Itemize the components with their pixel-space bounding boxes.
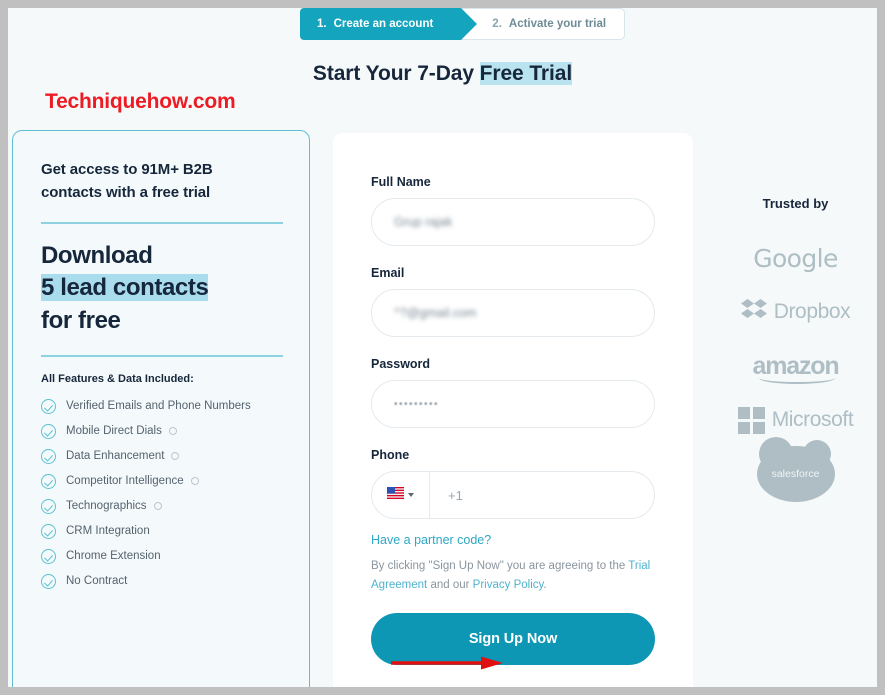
list-item: Data Enhancement [41, 444, 283, 469]
list-item: No Contract [41, 569, 283, 594]
features-title: All Features & Data Included: [41, 372, 194, 385]
promo-headline: Download 5 lead contacts for free [41, 240, 283, 338]
google-logo-text: Google [753, 243, 838, 273]
partner-code-link[interactable]: Have a partner code? [371, 533, 655, 547]
features-list: Verified Emails and Phone Numbers Mobile… [41, 394, 283, 594]
salesforce-logo-text: salesforce [771, 468, 820, 480]
promo-lead-line2: contacts with a free trial [41, 183, 211, 201]
sign-up-now-button[interactable]: Sign Up Now [371, 612, 655, 665]
list-item: Verified Emails and Phone Numbers [41, 394, 283, 419]
email-value: ^?@gmail.com [394, 306, 477, 320]
salesforce-cloud-icon: salesforce [756, 437, 835, 502]
list-item: Technographics [41, 494, 283, 519]
microsoft-icon [737, 406, 765, 434]
password-value: ••••••••• [394, 398, 440, 410]
check-circle-icon [41, 548, 56, 564]
watermark: Techniquehow.com [45, 90, 236, 113]
step-activate-trial[interactable]: 2. Activate your trial [459, 8, 626, 40]
country-code-selector[interactable] [372, 472, 430, 518]
password-label: Password [371, 357, 431, 371]
promo-headline-line3: for free [41, 306, 121, 334]
promo-divider-top [41, 222, 283, 224]
terms-part2: and our [427, 578, 473, 591]
trusted-by-section: Trusted by Google Dropbox amazon Microso… [708, 196, 877, 505]
email-label: Email [371, 266, 405, 280]
info-icon[interactable] [153, 502, 162, 511]
check-circle-icon [41, 573, 56, 589]
trusted-by-title: Trusted by [762, 196, 829, 211]
info-icon[interactable] [190, 477, 199, 486]
logo-salesforce: salesforce [708, 437, 877, 502]
app-frame: 1. Create an account 2. Activate your tr… [8, 8, 877, 687]
page-title: Start Your 7-Day Free Trial [8, 62, 877, 86]
terms-part1: By clicking "Sign Up Now" you are agreei… [371, 560, 626, 572]
promo-headline-line2: 5 lead contacts [41, 274, 209, 302]
chevron-down-icon [408, 493, 414, 497]
promo-headline-line1: Download [41, 241, 153, 269]
list-item: Mobile Direct Dials [41, 419, 283, 444]
step-1-label: Create an account [333, 18, 434, 30]
amazon-smile-icon [758, 372, 835, 384]
check-circle-icon [41, 423, 56, 439]
terms-text: By clicking "Sign Up Now" you are agreei… [371, 557, 655, 595]
phone-number-input[interactable]: +1 [430, 488, 463, 503]
check-circle-icon [41, 473, 56, 489]
check-circle-icon [41, 498, 56, 514]
full-name-input[interactable]: Grup rajak [371, 198, 655, 246]
info-icon[interactable] [171, 452, 180, 461]
terms-part3: . [543, 578, 547, 591]
feature-label: No Contract [66, 575, 128, 588]
feature-label: Data Enhancement [66, 450, 165, 463]
privacy-policy-link[interactable]: Privacy Policy [473, 579, 544, 591]
feature-label: Verified Emails and Phone Numbers [66, 400, 251, 413]
email-input[interactable]: ^?@gmail.com [371, 289, 655, 337]
check-circle-icon [41, 523, 56, 539]
promo-card: Get access to 91M+ B2B contacts with a f… [12, 130, 310, 687]
page-title-prefix: Start Your 7-Day [312, 62, 480, 85]
feature-label: Mobile Direct Dials [66, 425, 162, 438]
feature-label: Technographics [66, 500, 147, 513]
step-1-number: 1. [317, 18, 327, 30]
phone-input-group: +1 [371, 471, 655, 519]
promo-lead-line1: Get access to 91M+ B2B [41, 161, 213, 178]
password-input[interactable]: ••••••••• [371, 380, 655, 428]
full-name-value: Grup rajak [394, 215, 453, 229]
us-flag-icon [387, 486, 404, 504]
amazon-logo-text: amazon [753, 352, 840, 384]
signup-stepper: 1. Create an account 2. Activate your tr… [300, 8, 626, 40]
logo-dropbox: Dropbox [708, 289, 877, 335]
full-name-label: Full Name [371, 175, 431, 189]
check-circle-icon [41, 448, 56, 464]
list-item: CRM Integration [41, 519, 283, 544]
signup-form: Full Name Grup rajak Email ^?@gmail.com … [333, 133, 693, 687]
promo-divider-bottom [41, 355, 283, 357]
promo-lead: Get access to 91M+ B2B contacts with a f… [41, 159, 283, 204]
phone-label: Phone [371, 448, 410, 462]
feature-label: CRM Integration [66, 525, 150, 538]
step-2-label: Activate your trial [508, 18, 607, 30]
feature-label: Chrome Extension [66, 550, 161, 563]
dropbox-logo-text: Dropbox [773, 300, 851, 323]
microsoft-logo-text: Microsoft [771, 408, 854, 431]
logo-amazon: amazon [708, 343, 877, 389]
info-icon[interactable] [168, 427, 177, 436]
dropbox-icon [740, 298, 767, 327]
logo-google: Google [708, 235, 877, 281]
page-title-highlight: Free Trial [479, 62, 573, 85]
logo-microsoft: Microsoft [708, 397, 877, 443]
list-item: Chrome Extension [41, 544, 283, 569]
step-2-number: 2. [492, 18, 502, 30]
feature-label: Competitor Intelligence [66, 475, 184, 488]
list-item: Competitor Intelligence [41, 469, 283, 494]
step-create-account[interactable]: 1. Create an account [300, 8, 475, 40]
check-circle-icon [41, 398, 56, 414]
